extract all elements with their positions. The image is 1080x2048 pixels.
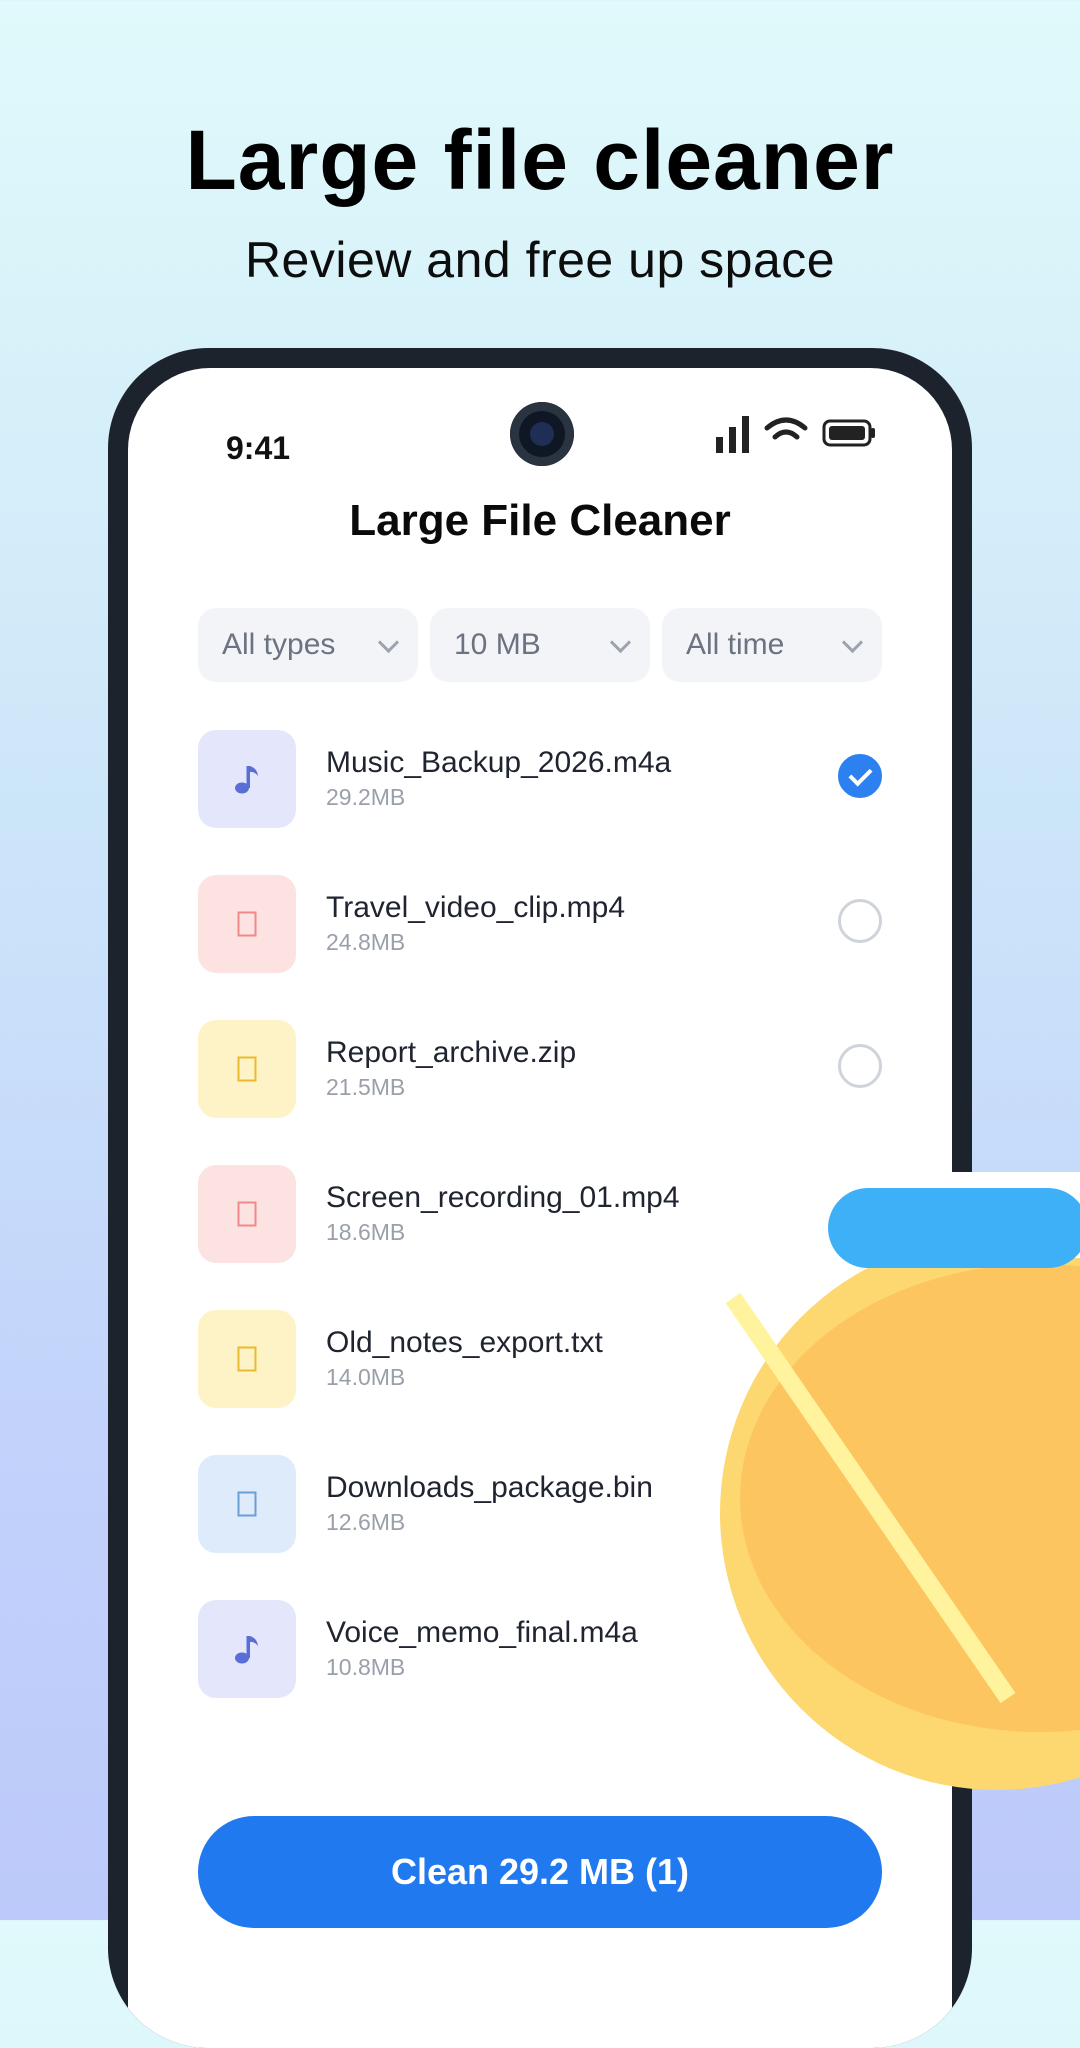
file-name: Downloads_package.bin (326, 1471, 653, 1504)
file-size: 21.5MB (326, 1074, 406, 1100)
file-row[interactable]: Music_Backup_2026.m4a 29.2MB (198, 730, 882, 875)
file-row[interactable]: Travel_video_clip.mp4 24.8MB (198, 875, 882, 1020)
filter-size-dropdown[interactable]: 10 MB (430, 608, 650, 682)
chevron-down-icon (609, 631, 632, 653)
filter-size-label: 10 MB (454, 628, 541, 661)
file-type-badge (198, 1310, 296, 1408)
status-icons (716, 408, 876, 458)
hero-subtitle: Review and free up space (244, 232, 836, 288)
archive-icon (237, 1056, 257, 1082)
file-type-badge (198, 1165, 296, 1263)
status-time: 9:41 (226, 430, 291, 466)
file-size: 12.6MB (326, 1509, 406, 1535)
battery-icon (822, 419, 875, 447)
file-icon (237, 1491, 257, 1517)
filter-time-dropdown[interactable]: All time (662, 608, 882, 682)
file-name: Old_notes_export.txt (326, 1326, 603, 1359)
select-checkbox[interactable] (838, 754, 882, 798)
file-type-badge (198, 1020, 296, 1118)
file-type-badge (198, 730, 296, 828)
document-icon (237, 1346, 257, 1372)
camera-cutout (510, 402, 574, 466)
file-name: Music_Backup_2026.m4a (326, 746, 672, 779)
select-checkbox[interactable] (838, 1044, 882, 1088)
wifi-icon (764, 417, 808, 440)
filter-bar: All types 10 MB All time (198, 608, 882, 682)
video-icon (237, 1201, 257, 1227)
filter-time-label: All time (686, 628, 785, 661)
file-type-badge (198, 1455, 296, 1553)
file-name: Voice_memo_final.m4a (326, 1616, 638, 1649)
music-note-icon (235, 766, 258, 794)
chevron-down-icon (841, 631, 864, 653)
file-type-badge (198, 1600, 296, 1698)
file-type-badge (198, 875, 296, 973)
file-size: 14.0MB (326, 1364, 406, 1390)
file-row[interactable]: Report_archive.zip 21.5MB (198, 1020, 882, 1165)
signal-icon (716, 416, 749, 453)
file-name: Travel_video_clip.mp4 (326, 891, 626, 924)
filter-type-label: All types (222, 628, 336, 661)
file-size: 18.6MB (326, 1219, 406, 1245)
file-name: Screen_recording_01.mp4 (326, 1181, 680, 1214)
file-size: 24.8MB (326, 929, 406, 955)
chevron-down-icon (377, 631, 400, 653)
filter-type-dropdown[interactable]: All types (198, 608, 418, 682)
broom-illustration (720, 1172, 1080, 1790)
music-note-icon (235, 1636, 258, 1664)
hero-title: Large file cleaner (185, 113, 895, 207)
select-checkbox[interactable] (838, 899, 882, 943)
file-name: Report_archive.zip (326, 1036, 577, 1069)
file-size: 29.2MB (326, 784, 406, 810)
app-title: Large File Cleaner (349, 496, 731, 545)
file-size: 10.8MB (326, 1654, 406, 1680)
video-icon (237, 911, 257, 937)
